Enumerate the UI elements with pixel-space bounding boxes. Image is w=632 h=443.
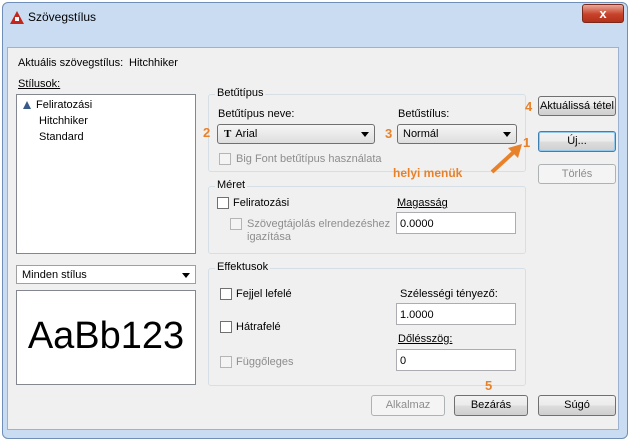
font-style-label: Betűstílus: xyxy=(398,108,450,120)
style-item-label: Standard xyxy=(39,131,84,143)
backwards-label: Hátrafelé xyxy=(236,321,281,333)
oblique-angle-value: 0 xyxy=(400,355,407,367)
oblique-angle-input[interactable]: 0 xyxy=(396,349,516,371)
width-factor-input[interactable]: 1.0000 xyxy=(396,303,516,325)
annotation-number-1: 1 xyxy=(523,135,531,150)
list-item[interactable]: Hitchhiker xyxy=(39,115,88,127)
close-window-button[interactable]: x xyxy=(582,4,624,23)
style-filter-dropdown[interactable]: Minden stílus xyxy=(16,265,196,284)
size-group-title: Méret xyxy=(215,179,248,191)
match-orientation-label-line1: Szövegtájolás elrendezéshez xyxy=(247,218,391,230)
effects-group-title: Effektusok xyxy=(215,261,271,273)
font-name-value: Arial xyxy=(235,128,258,140)
dialog-client: Aktuális szövegstílus: Hitchhiker Stílus… xyxy=(7,47,619,430)
font-style-value: Normál xyxy=(403,128,439,140)
width-factor-value: 1.0000 xyxy=(400,309,434,321)
vertical-checkbox[interactable] xyxy=(220,356,232,368)
set-current-button[interactable]: Aktuálissá tétel xyxy=(538,96,616,116)
styles-label: Stílusok: xyxy=(18,78,61,90)
font-group-title: Betűtípus xyxy=(215,87,266,99)
close-button[interactable]: Bezárás xyxy=(454,395,528,416)
width-factor-label: Szélességi tényező: xyxy=(400,288,498,300)
bigfont-label: Big Font betűtípus használata xyxy=(236,153,382,165)
list-item[interactable]: Feliratozási xyxy=(23,99,92,111)
context-menus-annotation: helyi menük xyxy=(393,166,463,180)
styles-list[interactable]: Feliratozási Hitchhiker Standard xyxy=(16,94,196,254)
style-filter-value: Minden stílus xyxy=(22,269,87,281)
style-item-label: Hitchhiker xyxy=(39,115,88,127)
annotative-checkbox[interactable] xyxy=(217,197,229,209)
height-value: 0.0000 xyxy=(400,218,434,230)
apply-button[interactable]: Alkalmaz xyxy=(371,395,445,416)
current-style-value: Hitchhiker xyxy=(129,57,178,69)
preview-text: AaBb123 xyxy=(27,315,185,357)
annotation-arrow-icon xyxy=(490,144,522,174)
style-item-label: Feliratozási xyxy=(36,99,93,111)
match-orientation-label-line2: igazítása xyxy=(247,231,292,243)
help-button[interactable]: Súgó xyxy=(538,395,616,416)
title-bar[interactable]: Szövegstílus x xyxy=(3,3,627,31)
annotation-number-4: 4 xyxy=(525,99,533,114)
height-label: Magasság xyxy=(397,197,448,209)
annotative-label: Feliratozási xyxy=(233,197,290,209)
bigfont-checkbox[interactable] xyxy=(219,153,231,165)
current-style-label: Aktuális szövegstílus: xyxy=(18,57,124,69)
chevron-down-icon xyxy=(182,273,190,278)
truetype-icon: T xyxy=(224,128,232,140)
oblique-angle-label: Dőlésszög: xyxy=(398,333,453,345)
delete-style-button[interactable]: Törlés xyxy=(538,164,616,184)
backwards-checkbox[interactable] xyxy=(220,321,232,333)
list-item[interactable]: Standard xyxy=(39,131,84,143)
height-input[interactable]: 0.0000 xyxy=(396,212,516,234)
match-orientation-checkbox[interactable] xyxy=(230,218,242,230)
annotation-number-2: 2 xyxy=(203,125,211,140)
font-name-dropdown[interactable]: T Arial xyxy=(217,124,375,144)
font-name-display: T Arial xyxy=(224,128,257,140)
upside-down-checkbox[interactable] xyxy=(220,288,232,300)
annotation-number-5: 5 xyxy=(485,378,493,393)
annotative-icon xyxy=(23,101,31,109)
vertical-label: Függőleges xyxy=(236,356,294,368)
autocad-app-icon xyxy=(10,11,24,24)
chevron-down-icon xyxy=(361,132,369,137)
style-preview: AaBb123 xyxy=(16,290,196,385)
upside-down-label: Fejjel lefelé xyxy=(236,288,292,300)
font-name-label: Betűtípus neve: xyxy=(218,108,295,120)
chevron-down-icon xyxy=(503,132,511,137)
new-style-button[interactable]: Új... xyxy=(538,131,616,152)
annotation-number-3: 3 xyxy=(385,126,393,141)
window-title: Szövegstílus xyxy=(28,10,97,24)
